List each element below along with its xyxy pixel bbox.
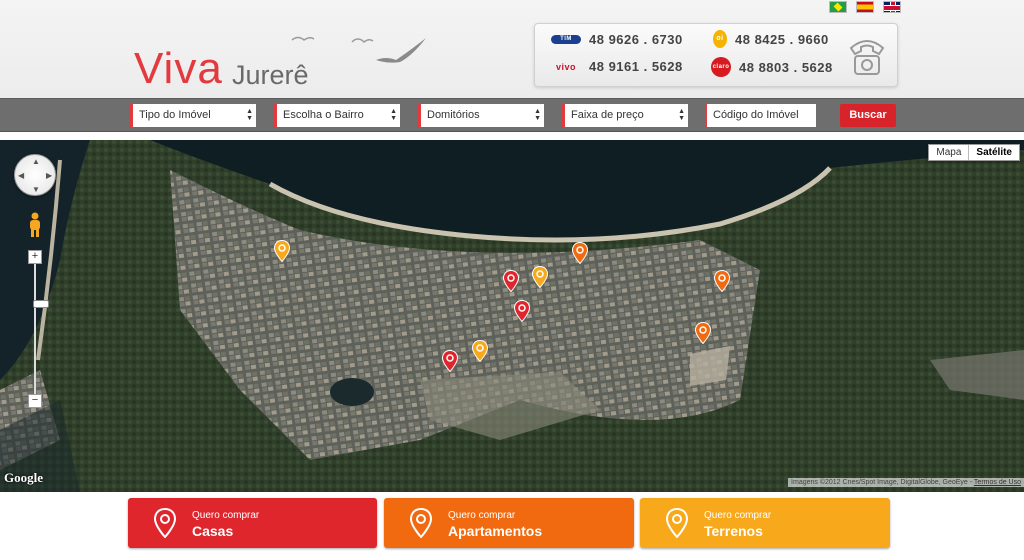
google-logo: Google xyxy=(4,470,43,485)
codigo-imovel-input[interactable]: Código do Imóvel xyxy=(705,104,816,127)
flag-spain-icon[interactable] xyxy=(856,1,874,13)
zoom-slider-thumb[interactable] xyxy=(33,300,49,308)
select-label: Escolha o Bairro xyxy=(283,109,364,121)
pan-control[interactable]: ▲ ▼ ◀ ▶ xyxy=(14,154,56,196)
map-pin-icon xyxy=(410,508,432,538)
map-pin-casas[interactable] xyxy=(502,269,520,293)
pan-left-icon[interactable]: ◀ xyxy=(18,171,24,180)
language-selector xyxy=(829,1,901,13)
search-bar: Tipo do Imóvel ▲ ▼ Escolha o Bairro ▲ ▼ Do… xyxy=(0,98,1024,132)
pan-down-icon[interactable]: ▼ xyxy=(32,185,40,194)
select-arrows-icon: ▲ ▼ xyxy=(678,108,685,122)
phone-oi: oi 48 8425 . 9660 xyxy=(713,30,829,48)
phone-number: 48 9626 . 6730 xyxy=(589,32,683,47)
select-label: Domitórios xyxy=(427,109,480,121)
pan-up-icon[interactable]: ▲ xyxy=(32,157,40,166)
cta-terrenos-button[interactable]: Quero comprar Terrenos xyxy=(640,498,890,548)
pan-right-icon[interactable]: ▶ xyxy=(46,171,52,180)
tipo-imovel-select[interactable]: Tipo do Imóvel ▲ ▼ xyxy=(129,104,256,127)
zoom-control: + − xyxy=(28,250,49,408)
select-arrows-icon: ▲ ▼ xyxy=(534,108,541,122)
phone-vivo: vivo 48 9161 . 5628 xyxy=(551,59,683,74)
flag-uk-icon[interactable] xyxy=(883,1,901,13)
faixa-preco-select[interactable]: Faixa de preço ▲ ▼ xyxy=(561,104,688,127)
cta-casas-button[interactable]: Quero comprar Casas xyxy=(128,498,377,548)
vivo-logo-icon: vivo xyxy=(555,61,576,72)
oi-logo-icon: oi xyxy=(713,30,727,48)
phone-number: 48 9161 . 5628 xyxy=(589,59,683,74)
select-arrows-icon: ▲ ▼ xyxy=(246,108,253,122)
logo-viva-text: Viva xyxy=(134,44,223,93)
map-pin-apartamentos[interactable] xyxy=(694,321,712,345)
cta-small-label: Quero comprar xyxy=(704,510,772,521)
cta-apartamentos-button[interactable]: Quero comprar Apartamentos xyxy=(384,498,634,548)
phone-box: TIM 48 9626 . 6730 vivo 48 9161 . 5628 o… xyxy=(534,23,898,87)
satellite-map[interactable]: Mapa Satélite ▲ ▼ ◀ ▶ + − Google Imagens… xyxy=(0,140,1024,492)
zoom-out-button[interactable]: − xyxy=(28,394,42,408)
map-pin-icon xyxy=(154,508,176,538)
cta-small-label: Quero comprar xyxy=(448,510,516,521)
phone-number: 48 8425 . 9660 xyxy=(735,31,829,47)
header: Viva Jurerê TIM 48 9626 . 6730 vivo 48 9… xyxy=(0,0,1024,98)
cta-big-label: Casas xyxy=(192,523,234,539)
buscar-button[interactable]: Buscar xyxy=(840,104,896,127)
zoom-slider-track[interactable] xyxy=(33,264,49,394)
map-type-satellite-button[interactable]: Satélite xyxy=(968,145,1019,160)
map-type-map-button[interactable]: Mapa xyxy=(929,145,968,160)
dormitorios-select[interactable]: Domitórios ▲ ▼ xyxy=(417,104,544,127)
map-pin-casas[interactable] xyxy=(441,349,459,373)
cta-big-label: Apartamentos xyxy=(448,523,543,539)
map-imagery xyxy=(0,140,1024,492)
select-arrows-icon: ▲ ▼ xyxy=(390,108,397,122)
cta-big-label: Terrenos xyxy=(704,523,763,539)
pegman-icon[interactable] xyxy=(27,212,43,238)
bairro-select[interactable]: Escolha o Bairro ▲ ▼ xyxy=(273,104,400,127)
cta-small-label: Quero comprar xyxy=(192,510,260,521)
attribution-text: Imagens ©2012 Cnes/Spot Image, DigitalGl… xyxy=(791,479,973,486)
phone-number: 48 8803 . 5628 xyxy=(739,59,833,75)
phone-claro: claro 48 8803 . 5628 xyxy=(711,57,833,77)
map-pin-terrenos[interactable] xyxy=(471,339,489,363)
map-pin-apartamentos[interactable] xyxy=(571,241,589,265)
map-pin-apartamentos[interactable] xyxy=(713,269,731,293)
claro-logo-icon: claro xyxy=(711,57,731,77)
terms-of-use-link[interactable]: Termos de Uso xyxy=(974,479,1021,486)
map-pin-icon xyxy=(666,508,688,538)
map-type-control: Mapa Satélite xyxy=(928,144,1020,161)
site-logo[interactable]: Viva Jurerê xyxy=(134,26,426,96)
map-pin-terrenos[interactable] xyxy=(273,239,291,263)
logo-jurere-text: Jurerê xyxy=(232,60,309,90)
map-pin-terrenos[interactable] xyxy=(531,265,549,289)
page: Viva Jurerê TIM 48 9626 . 6730 vivo 48 9… xyxy=(0,0,1024,560)
map-attribution: Imagens ©2012 Cnes/Spot Image, DigitalGl… xyxy=(788,478,1024,487)
phone-tim: TIM 48 9626 . 6730 xyxy=(551,32,683,47)
zoom-in-button[interactable]: + xyxy=(28,250,42,264)
flag-brazil-icon[interactable] xyxy=(829,1,847,13)
telephone-icon xyxy=(849,40,885,75)
input-placeholder: Código do Imóvel xyxy=(713,109,799,121)
map-pin-casas[interactable] xyxy=(513,299,531,323)
select-label: Faixa de preço xyxy=(571,109,644,121)
select-label: Tipo do Imóvel xyxy=(139,109,211,121)
tim-logo-icon: TIM xyxy=(551,35,581,44)
